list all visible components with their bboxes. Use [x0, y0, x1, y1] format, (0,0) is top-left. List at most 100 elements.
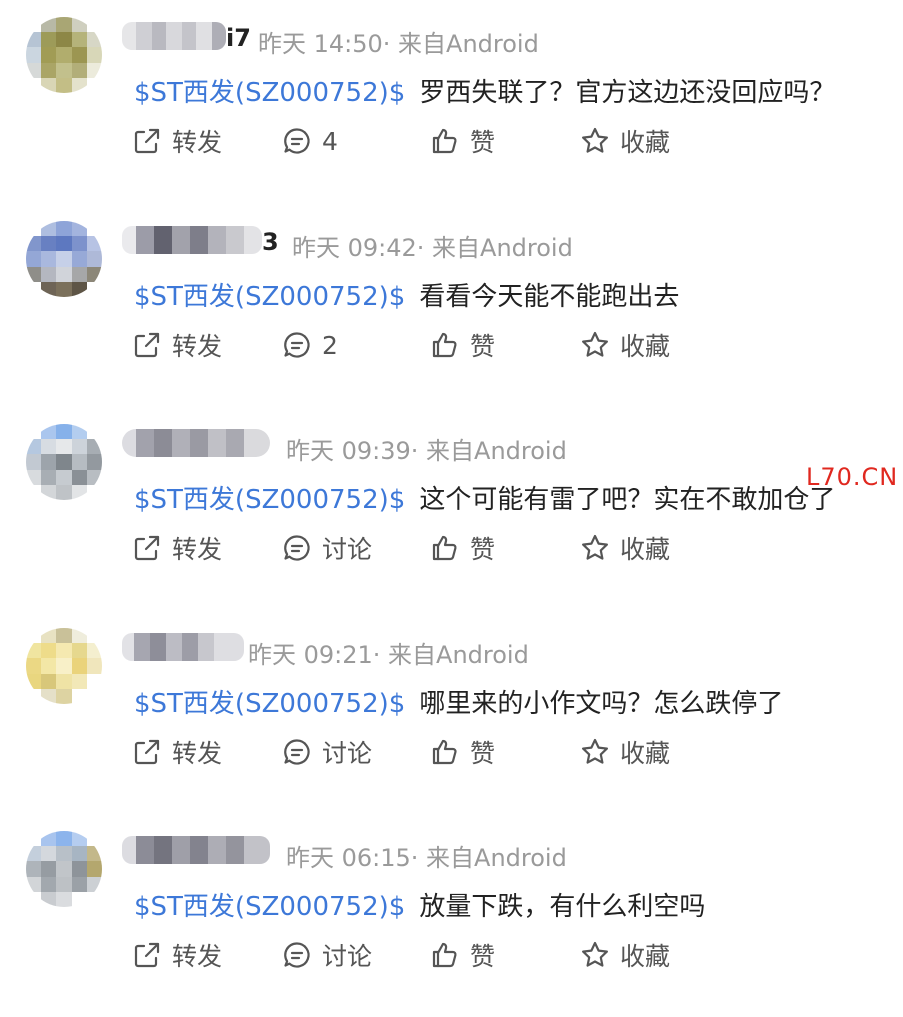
post-content: $ST西发(SZ000752)$ 看看今天能不能跑出去 [134, 276, 679, 313]
favorite-label: 收藏 [620, 332, 671, 361]
comment-button[interactable]: 讨论 [282, 732, 372, 772]
stock-tag-link[interactable]: $ST西发(SZ000752)$ [134, 282, 405, 312]
avatar[interactable] [26, 221, 102, 297]
action-bar: 转发 讨论 赞 收藏 [132, 732, 732, 772]
post-content: $ST西发(SZ000752)$ 罗西失联了？官方这边还没回应吗？ [134, 72, 835, 109]
like-button[interactable]: 赞 [430, 528, 495, 568]
thumbs-up-icon [432, 942, 457, 968]
username-blurred[interactable] [122, 226, 262, 254]
comment-label: 4 [322, 126, 338, 156]
favorite-label: 收藏 [620, 739, 671, 768]
comment-icon [284, 942, 310, 968]
repost-button[interactable]: 转发 [132, 935, 222, 975]
post-item: 昨天 09:39· 来自Android $ST西发(SZ000752)$ 这个可能… [0, 407, 903, 610]
star-icon [582, 534, 608, 560]
favorite-button[interactable]: 收藏 [580, 121, 670, 161]
thumbs-up-icon [432, 332, 457, 358]
like-label: 赞 [470, 535, 496, 564]
share-icon [134, 535, 160, 561]
comment-label: 2 [322, 330, 338, 360]
comment-icon [284, 332, 310, 358]
like-label: 赞 [470, 128, 496, 157]
thumbs-up-icon [432, 739, 457, 765]
repost-label: 转发 [172, 332, 223, 361]
favorite-label: 收藏 [620, 942, 671, 971]
post-meta: 昨天 09:21· 来自Android [248, 641, 529, 669]
avatar[interactable] [26, 17, 102, 93]
action-bar: 转发 2 赞 收藏 [132, 325, 732, 365]
repost-label: 转发 [172, 128, 223, 157]
favorite-button[interactable]: 收藏 [580, 325, 670, 365]
comment-button[interactable]: 4 [282, 121, 338, 161]
watermark: L70.CN [806, 463, 899, 491]
star-icon [582, 941, 608, 967]
post-item: 3 昨天 09:42· 来自Android $ST西发(SZ000752)$ 看看… [0, 204, 903, 407]
comment-label: 讨论 [322, 942, 373, 971]
comment-button[interactable]: 2 [282, 325, 338, 365]
post-text: 看看今天能不能跑出去 [419, 282, 680, 312]
post-text: 哪里来的小作文吗？怎么跌停了 [419, 689, 784, 719]
post-item: i7 昨天 14:50· 来自Android $ST西发(SZ000752)$ 罗… [0, 0, 903, 203]
stock-tag-link[interactable]: $ST西发(SZ000752)$ [134, 485, 405, 515]
comment-icon [284, 739, 310, 765]
share-icon [134, 332, 160, 358]
post-text: 放量下跌，有什么利空吗 [419, 892, 706, 922]
repost-label: 转发 [172, 942, 223, 971]
comment-button[interactable]: 讨论 [282, 935, 372, 975]
post-meta: 昨天 06:15· 来自Android [286, 844, 567, 872]
post-text: 罗西失联了？官方这边还没回应吗？ [419, 78, 836, 108]
post-meta: 昨天 09:39· 来自Android [286, 437, 567, 465]
post-content: $ST西发(SZ000752)$ 这个可能有雷了吧？实在不敢加仓了 [134, 479, 835, 516]
thumbs-up-icon [432, 535, 457, 561]
stock-tag-link[interactable]: $ST西发(SZ000752)$ [134, 892, 405, 922]
like-label: 赞 [470, 942, 496, 971]
action-bar: 转发 4 赞 收藏 [132, 121, 732, 161]
username-blurred[interactable] [122, 633, 244, 661]
favorite-button[interactable]: 收藏 [580, 528, 670, 568]
like-button[interactable]: 赞 [430, 325, 495, 365]
comment-label: 讨论 [322, 739, 373, 768]
like-button[interactable]: 赞 [430, 935, 495, 975]
comment-icon [284, 535, 310, 561]
comment-label: 讨论 [322, 535, 373, 564]
share-icon [134, 128, 160, 154]
repost-button[interactable]: 转发 [132, 121, 222, 161]
post-content: $ST西发(SZ000752)$ 哪里来的小作文吗？怎么跌停了 [134, 683, 783, 720]
repost-button[interactable]: 转发 [132, 325, 222, 365]
username-suffix: 3 [262, 228, 279, 256]
star-icon [582, 331, 608, 357]
avatar[interactable] [26, 424, 102, 500]
repost-button[interactable]: 转发 [132, 732, 222, 772]
post-meta: 昨天 09:42· 来自Android [292, 234, 573, 262]
stock-tag-link[interactable]: $ST西发(SZ000752)$ [134, 689, 405, 719]
thumbs-up-icon [432, 128, 457, 154]
username-blurred[interactable] [122, 429, 270, 457]
username-suffix: i7 [226, 24, 251, 52]
comment-button[interactable]: 讨论 [282, 528, 372, 568]
post-item: 昨天 09:21· 来自Android $ST西发(SZ000752)$ 哪里来的… [0, 611, 903, 814]
like-button[interactable]: 赞 [430, 732, 495, 772]
favorite-label: 收藏 [620, 128, 671, 157]
username-blurred[interactable] [122, 22, 226, 50]
post-meta: 昨天 14:50· 来自Android [258, 30, 539, 58]
action-bar: 转发 讨论 赞 收藏 [132, 935, 732, 975]
star-icon [582, 127, 608, 153]
username-blurred[interactable] [122, 836, 270, 864]
like-label: 赞 [470, 332, 496, 361]
favorite-label: 收藏 [620, 535, 671, 564]
stock-tag-link[interactable]: $ST西发(SZ000752)$ [134, 78, 405, 108]
action-bar: 转发 讨论 赞 收藏 [132, 528, 732, 568]
like-label: 赞 [470, 739, 496, 768]
favorite-button[interactable]: 收藏 [580, 732, 670, 772]
avatar[interactable] [26, 831, 102, 907]
share-icon [134, 739, 160, 765]
post-content: $ST西发(SZ000752)$ 放量下跌，有什么利空吗 [134, 886, 705, 923]
like-button[interactable]: 赞 [430, 121, 495, 161]
post-text: 这个可能有雷了吧？实在不敢加仓了 [419, 485, 836, 515]
avatar[interactable] [26, 628, 102, 704]
star-icon [582, 738, 608, 764]
share-icon [134, 942, 160, 968]
comment-icon [284, 128, 310, 154]
repost-button[interactable]: 转发 [132, 528, 222, 568]
favorite-button[interactable]: 收藏 [580, 935, 670, 975]
